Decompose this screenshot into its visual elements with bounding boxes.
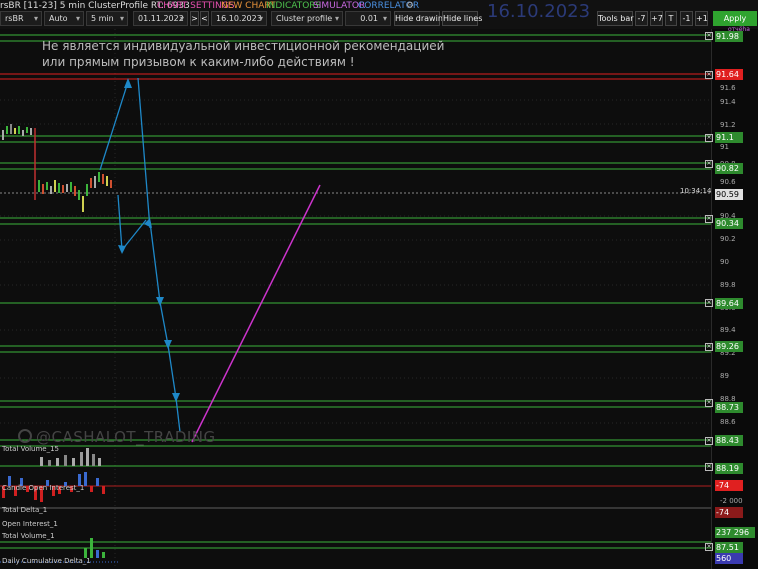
price-tick: 89.4 xyxy=(720,326,736,334)
trading-chart-window: rsBR [11-23] 5 min ClusterProfile RT: 69… xyxy=(0,0,758,569)
disclaimer-line-1: Не является индивидуальной инвестиционно… xyxy=(42,39,445,53)
subpanel-label-total-volume-15: Total Volume_15 xyxy=(2,445,60,453)
disclaimer-line-2: или прямым призывом к каким-либо действи… xyxy=(42,55,355,69)
subpanel-label-cumulative-delta: Daily Cumulative Delta_1 xyxy=(2,557,91,565)
level-lines xyxy=(0,34,711,549)
level-label: 91.64 xyxy=(715,69,743,80)
level-label: 89.64 xyxy=(715,298,743,309)
grid-lines xyxy=(0,29,711,569)
level-label: 91.98 xyxy=(715,31,743,42)
current-price-label: 90.59 xyxy=(715,189,743,200)
level-label: 91.1 xyxy=(715,132,743,143)
current-time-label: 10:34:14 xyxy=(680,187,712,195)
delta-value-label: -74 xyxy=(715,480,743,491)
subpanel-label-total-delta: Total Delta_1 xyxy=(2,506,48,514)
price-tick: 89 xyxy=(720,372,729,380)
price-tick: 91.2 xyxy=(720,121,736,129)
forecast-arrows xyxy=(99,77,181,433)
level-label: 88.19 xyxy=(715,463,743,474)
disclaimer-text: Не является индивидуальной инвестиционно… xyxy=(42,38,462,70)
close-level-icon[interactable]: × xyxy=(705,399,713,407)
watermark-text: @CASHALOT_TRADING xyxy=(36,428,216,446)
close-level-icon[interactable]: × xyxy=(705,343,713,351)
level-label: 88.43 xyxy=(715,435,743,446)
close-level-icon[interactable]: × xyxy=(705,160,713,168)
level-label: 89.26 xyxy=(715,341,743,352)
price-tick: 88.6 xyxy=(720,418,736,426)
price-tick: 90.2 xyxy=(720,235,736,243)
price-tick: 89.8 xyxy=(720,281,736,289)
close-level-icon[interactable]: × xyxy=(705,215,713,223)
level-label: 88.73 xyxy=(715,402,743,413)
level-label: 90.82 xyxy=(715,163,743,174)
price-tick: 91.4 xyxy=(720,98,736,106)
price-tick: 91 xyxy=(720,143,729,151)
level-label: 90.34 xyxy=(715,218,743,229)
price-tick: 91.6 xyxy=(720,84,736,92)
close-level-icon[interactable]: × xyxy=(705,299,713,307)
level-label: 87.51 xyxy=(715,542,743,553)
subpanel-label-candle-oi: Candle Open Interest_1 xyxy=(2,484,85,492)
close-level-icon[interactable]: × xyxy=(705,437,713,445)
subpanel-label-total-volume-1: Total Volume_1 xyxy=(2,532,55,540)
chart-canvas[interactable] xyxy=(0,0,758,569)
close-level-icon[interactable]: × xyxy=(705,134,713,142)
total-delta-label: -74 xyxy=(715,507,743,518)
close-level-icon[interactable]: × xyxy=(705,71,713,79)
close-level-icon[interactable]: × xyxy=(705,463,713,471)
watermark-logo-icon xyxy=(18,429,32,443)
resistance-lines xyxy=(0,73,711,80)
close-level-icon[interactable]: × xyxy=(705,543,713,551)
price-tick: 90.6 xyxy=(720,178,736,186)
delta-scale-tick: -2 000 xyxy=(720,497,743,505)
price-candles xyxy=(2,124,112,212)
subpanel-label-open-interest: Open Interest_1 xyxy=(2,520,58,528)
cumulative-delta-label: 560 xyxy=(715,553,743,564)
close-level-icon[interactable]: × xyxy=(705,32,713,40)
price-tick: 90 xyxy=(720,258,729,266)
open-interest-label: 237 296 xyxy=(715,527,755,538)
